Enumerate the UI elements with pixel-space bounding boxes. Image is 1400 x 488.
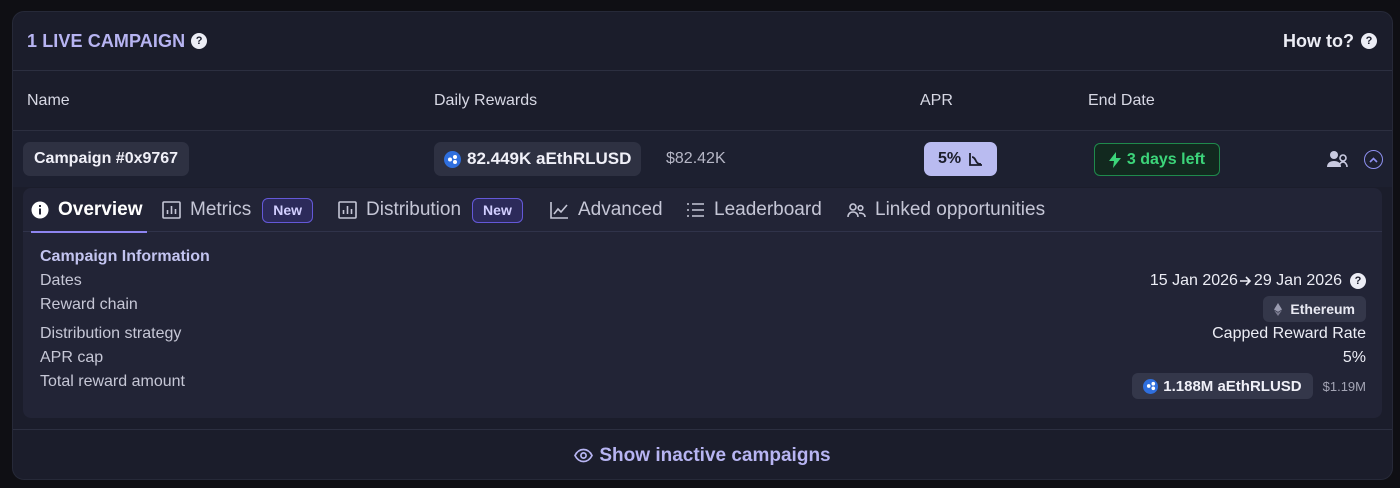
apr-cap-value: 5% — [1342, 349, 1366, 366]
help-icon[interactable]: ? — [191, 33, 208, 49]
dates-label: Dates — [40, 272, 82, 289]
live-campaigns-card: 1 LIVE CAMPAIGN ? How to? ? Name Daily R… — [12, 11, 1393, 480]
line-chart-icon — [550, 202, 568, 219]
bar-chart-icon — [162, 201, 181, 219]
token-icon — [1143, 378, 1159, 394]
info-icon — [31, 201, 49, 219]
column-daily-rewards: Daily Rewards — [434, 92, 538, 109]
reward-chain-pill: Ethereum — [1263, 296, 1366, 322]
reward-chain-label: Reward chain — [40, 296, 138, 313]
tab-distribution[interactable]: Distribution New — [338, 188, 523, 232]
card-header: 1 LIVE CAMPAIGN ? How to? ? — [13, 12, 1392, 71]
help-icon: ? — [1361, 33, 1377, 49]
daily-reward-usd: $82.42K — [666, 150, 726, 167]
campaign-name[interactable]: Campaign #0x9767 — [23, 142, 190, 176]
campaign-info-title: Campaign Information — [40, 248, 210, 265]
total-reward-pill: 1.188M aEthRLUSD — [1132, 373, 1313, 399]
new-badge: New — [262, 197, 314, 223]
bar-chart-icon — [338, 201, 357, 219]
arrow-right-icon — [1239, 276, 1252, 286]
total-reward-label: Total reward amount — [40, 373, 185, 390]
daily-reward-pill: 82.449K aEthRLUSD — [434, 142, 642, 176]
live-campaign-title: 1 LIVE CAMPAIGN ? — [27, 31, 208, 52]
detail-tabs: Overview Metrics New Distribution New Ad… — [23, 188, 1382, 233]
help-icon[interactable]: ? — [1350, 273, 1366, 289]
table-header: Name Daily Rewards APR End Date — [13, 71, 1392, 131]
tab-advanced[interactable]: Advanced — [550, 188, 663, 232]
table-row[interactable]: Campaign #0x9767 82.449K aEthRLUSD $82.4… — [13, 131, 1392, 187]
users-icon — [847, 203, 866, 218]
how-to-button[interactable]: How to? ? — [1283, 31, 1377, 52]
dates-value: 15 Jan 2026 29 Jan 2026 ? — [1150, 272, 1366, 290]
apr-button[interactable]: 5% — [924, 142, 997, 176]
tab-overview[interactable]: Overview — [31, 188, 146, 233]
tab-linked-opportunities[interactable]: Linked opportunities — [847, 188, 1045, 232]
chevron-up-icon[interactable] — [1364, 150, 1383, 169]
new-badge: New — [472, 197, 523, 223]
eye-icon — [574, 448, 594, 463]
column-apr: APR — [920, 92, 953, 109]
total-reward-usd: $1.19M — [1322, 378, 1366, 394]
ethereum-icon — [1274, 302, 1283, 316]
distribution-strategy-label: Distribution strategy — [40, 325, 182, 342]
token-icon — [444, 150, 461, 168]
distribution-strategy-value: Capped Reward Rate — [1212, 325, 1366, 342]
tab-leaderboard[interactable]: Leaderboard — [686, 188, 822, 232]
tab-metrics[interactable]: Metrics New — [162, 188, 314, 232]
end-date-badge: 3 days left — [1094, 143, 1220, 176]
show-inactive-button[interactable]: Show inactive campaigns — [13, 429, 1392, 479]
column-end-date: End Date — [1088, 92, 1155, 109]
list-icon — [687, 203, 704, 217]
campaign-detail-panel: Overview Metrics New Distribution New Ad… — [23, 188, 1382, 418]
lightning-icon — [1108, 151, 1121, 168]
users-icon[interactable] — [1326, 149, 1350, 174]
column-name: Name — [27, 92, 70, 109]
apr-cap-label: APR cap — [40, 349, 104, 366]
apr-chart-icon — [969, 152, 983, 166]
